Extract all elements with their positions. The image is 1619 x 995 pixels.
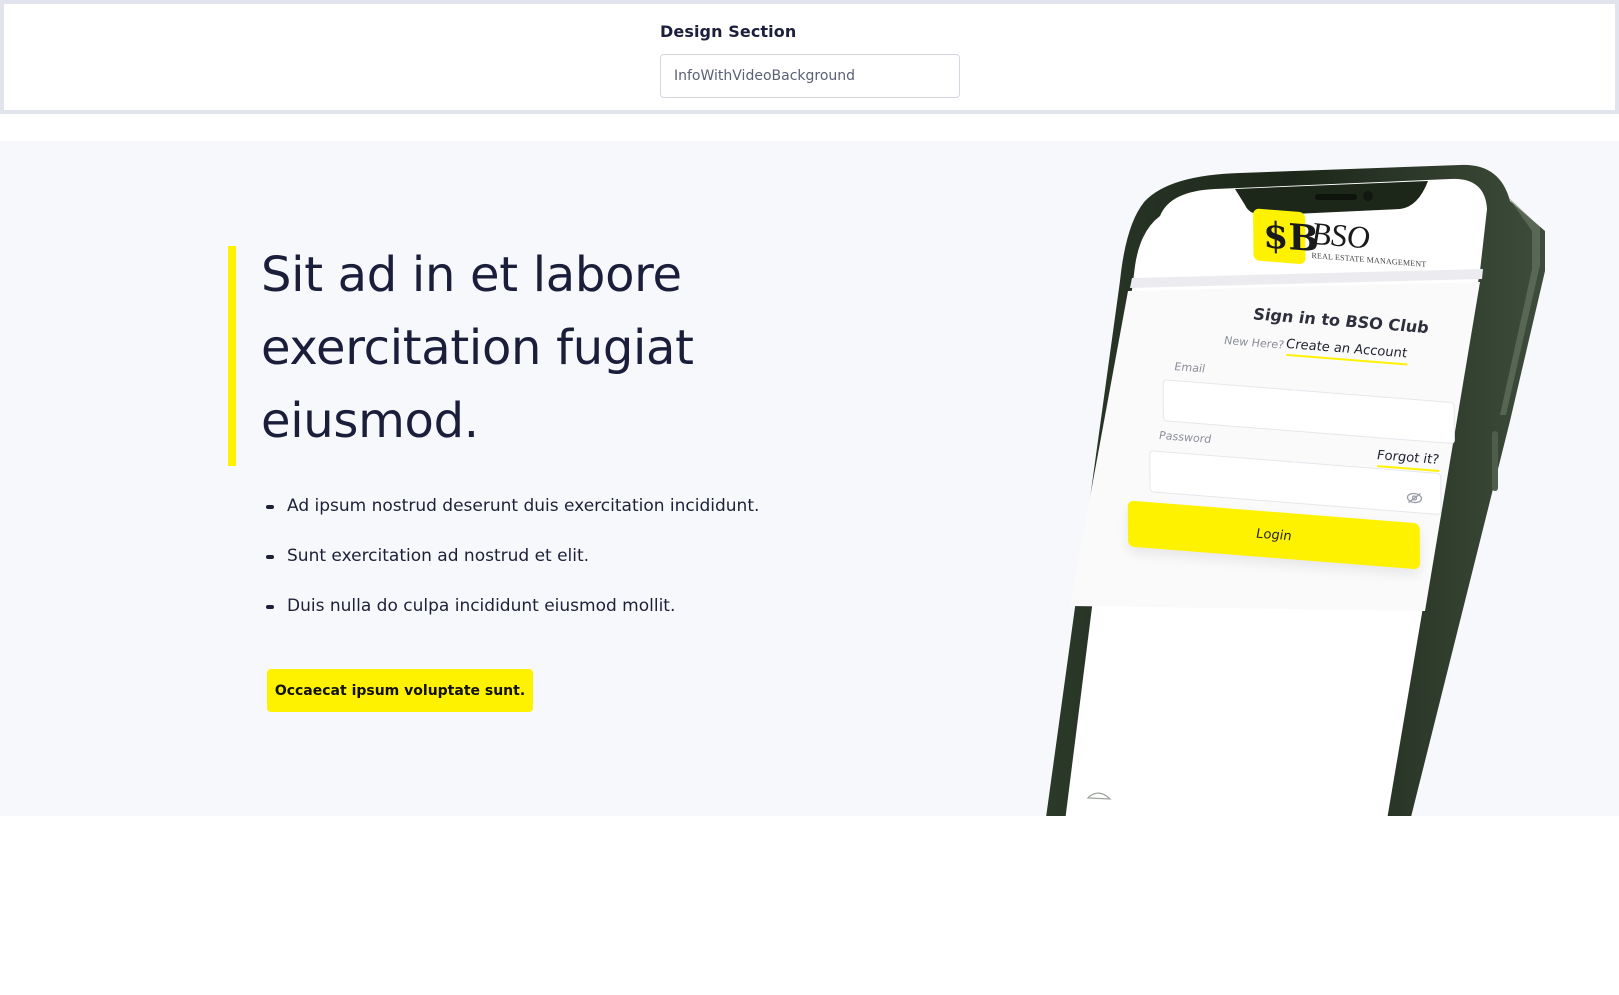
password-label: Password [1159,428,1212,447]
login-screen: $B BSO REAL ESTATE MANAGEMENT Sign in to… [1127,191,1491,816]
signin-title: Sign in to BSO Club [1253,304,1429,338]
phone-screen: $B BSO REAL ESTATE MANAGEMENT Sign in to… [1127,191,1491,816]
list-item: Duis nulla do culpa incididunt eiusmod m… [266,596,759,646]
hero-title: Sit ad in et labore exercitation fugiat … [261,247,694,449]
cta-button[interactable]: Occaecat ipsum voluptate sunt. [267,669,533,712]
email-label: Email [1174,360,1206,376]
design-section-panel: Design Section [0,0,1619,114]
design-section-input[interactable] [660,54,960,98]
bullet-list: Ad ipsum nostrud deserunt duis exercitat… [266,496,759,646]
bullet-dash-icon [266,605,274,609]
bullet-dash-icon [266,505,274,509]
accent-bar [228,246,236,466]
bullet-dash-icon [266,555,274,559]
design-section-label: Design Section [660,22,797,41]
brand-name: BSO [1311,214,1371,256]
new-here-label: New Here? [1224,334,1284,352]
eye-off-icon[interactable] [1405,490,1423,505]
hero-section: Sit ad in et labore exercitation fugiat … [0,141,1619,816]
login-button[interactable]: Login [1127,500,1421,570]
list-item: Sunt exercitation ad nostrud et elit. [266,546,759,596]
create-account-link[interactable]: Create an Account [1286,336,1407,366]
bullet-text: Sunt exercitation ad nostrud et elit. [287,546,590,566]
bullet-text: Ad ipsum nostrud deserunt duis exercitat… [287,496,760,516]
list-item: Ad ipsum nostrud deserunt duis exercitat… [266,496,759,546]
bullet-text: Duis nulla do culpa incididunt eiusmod m… [287,596,676,616]
bso-logo-icon: $B [1253,208,1319,265]
